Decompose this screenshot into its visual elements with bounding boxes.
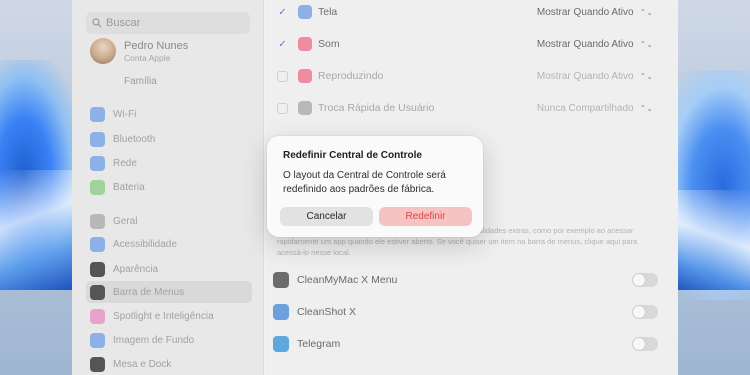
- reset-dialog: Redefinir Central de Controle O layout d…: [267, 136, 483, 237]
- spotlight-icon: [90, 308, 105, 324]
- sidebar-item-4[interactable]: Geral: [86, 210, 252, 232]
- control-label: Reproduzindo: [318, 70, 384, 82]
- sidebar-item-family[interactable]: Família: [124, 76, 157, 87]
- cleanshot-icon: [273, 304, 289, 320]
- control-row: ✓ Tela Mostrar Quando Ativo ⌃⌄: [277, 0, 653, 24]
- wifi-icon: [90, 106, 105, 122]
- dialog-title: Redefinir Central de Controle: [283, 150, 422, 161]
- user-name: Pedro Nunes: [124, 39, 189, 52]
- wallpaper-icon: [90, 332, 105, 348]
- sidebar-item-2[interactable]: Rede: [86, 152, 252, 174]
- sound-icon: [298, 37, 312, 51]
- sidebar-item-9[interactable]: Imagem de Fundo: [86, 329, 252, 351]
- control-label: Som: [318, 38, 340, 50]
- cleanmymac-icon: [273, 272, 289, 288]
- chevron-updown-icon: ⌃⌄: [639, 103, 653, 113]
- visibility-select[interactable]: Mostrar Quando Ativo ⌃⌄: [537, 71, 653, 82]
- sidebar-item-label: Imagem de Fundo: [113, 334, 195, 346]
- sidebar-item-7[interactable]: Barra de Menus: [86, 281, 252, 303]
- sidebar-item-label: Wi-Fi: [113, 108, 137, 120]
- toggle-switch[interactable]: [632, 305, 658, 319]
- chevron-updown-icon: ⌃⌄: [639, 39, 653, 49]
- menubar-icon: [90, 284, 105, 300]
- visibility-value: Mostrar Quando Ativo: [536, 38, 634, 50]
- app-label: Telegram: [297, 338, 341, 350]
- sidebar-item-10[interactable]: Mesa e Dock: [86, 353, 252, 375]
- chevron-updown-icon: ⌃⌄: [639, 71, 653, 81]
- sidebar-item-6[interactable]: Aparência: [86, 258, 252, 280]
- dialog-buttons: Cancelar Redefinir: [280, 207, 472, 226]
- control-label: Tela: [318, 6, 338, 18]
- accessibility-icon: [90, 236, 105, 252]
- telegram-icon: [273, 336, 289, 352]
- chevron-updown-icon: ⌃⌄: [639, 7, 653, 17]
- visibility-value: Mostrar Quando Ativo: [536, 70, 634, 82]
- user-account[interactable]: Pedro Nunes Conta Apple: [90, 38, 188, 64]
- appearance-icon: [90, 261, 105, 277]
- avatar: [90, 38, 116, 64]
- toggle-switch[interactable]: [632, 273, 658, 287]
- app-label: CleanMyMac X Menu: [297, 274, 398, 286]
- app-label: CleanShot X: [297, 306, 356, 318]
- control-row: Reproduzindo Mostrar Quando Ativo ⌃⌄: [277, 64, 653, 88]
- checkbox[interactable]: [277, 102, 288, 114]
- visibility-select[interactable]: Mostrar Quando Ativo ⌃⌄: [537, 7, 653, 18]
- control-row: Troca Rápida de Usuário Nunca Compartilha…: [277, 96, 653, 120]
- battery-icon: [90, 179, 105, 195]
- sidebar-item-0[interactable]: Wi-Fi: [86, 103, 252, 125]
- sidebar-item-label: Acessibilidade: [113, 238, 177, 250]
- sidebar-item-label: Bateria: [113, 181, 145, 193]
- visibility-value: Mostrar Quando Ativo: [536, 6, 634, 18]
- cancel-button[interactable]: Cancelar: [280, 207, 373, 226]
- search-placeholder: Buscar: [106, 17, 141, 29]
- app-row: CleanShot X: [273, 299, 658, 325]
- sidebar-item-label: Aparência: [113, 263, 159, 275]
- gear-icon: [90, 213, 105, 229]
- user-subtitle: Conta Apple: [124, 52, 171, 63]
- toggle-switch[interactable]: [632, 337, 658, 351]
- search-icon: [92, 18, 102, 28]
- sidebar-item-1[interactable]: Bluetooth: [86, 128, 252, 150]
- display-icon: [298, 5, 312, 19]
- sidebar-item-label: Rede: [113, 157, 137, 169]
- wallpaper-left-swirl: [0, 170, 75, 290]
- sidebar-item-3[interactable]: Bateria: [86, 176, 252, 198]
- checkbox[interactable]: ✓: [277, 7, 288, 18]
- visibility-select[interactable]: Mostrar Quando Ativo ⌃⌄: [537, 39, 653, 50]
- search-input[interactable]: Buscar: [86, 12, 250, 34]
- visibility-value: Nunca Compartilhado: [536, 102, 634, 114]
- app-row: Telegram: [273, 331, 658, 357]
- sidebar-item-label: Bluetooth: [113, 133, 156, 145]
- dock-icon: [90, 356, 105, 372]
- sidebar-item-label: Geral: [113, 215, 138, 227]
- control-label: Troca Rápida de Usuário: [318, 102, 435, 114]
- bluetooth-icon: [90, 131, 105, 147]
- globe-icon: [90, 155, 105, 171]
- dialog-message: O layout da Central de Controle será red…: [283, 170, 446, 195]
- sidebar-item-label: Barra de Menus: [113, 286, 185, 298]
- user-switch-icon: [298, 101, 312, 115]
- sidebar: Buscar Pedro Nunes Conta Apple Família W…: [72, 0, 264, 375]
- checkbox[interactable]: [277, 70, 288, 82]
- sidebar-item-label: Mesa e Dock: [113, 358, 172, 370]
- sidebar-item-label: Spotlight e Inteligência: [113, 310, 214, 322]
- reset-button[interactable]: Redefinir: [379, 207, 472, 226]
- app-row: CleanMyMac X Menu: [273, 267, 658, 293]
- control-row: ✓ Som Mostrar Quando Ativo ⌃⌄: [277, 32, 653, 56]
- sidebar-item-8[interactable]: Spotlight e Inteligência: [86, 305, 252, 327]
- visibility-select[interactable]: Nunca Compartilhado ⌃⌄: [537, 103, 653, 114]
- play-icon: [298, 69, 312, 83]
- sidebar-item-5[interactable]: Acessibilidade: [86, 233, 252, 255]
- checkbox[interactable]: ✓: [277, 39, 288, 50]
